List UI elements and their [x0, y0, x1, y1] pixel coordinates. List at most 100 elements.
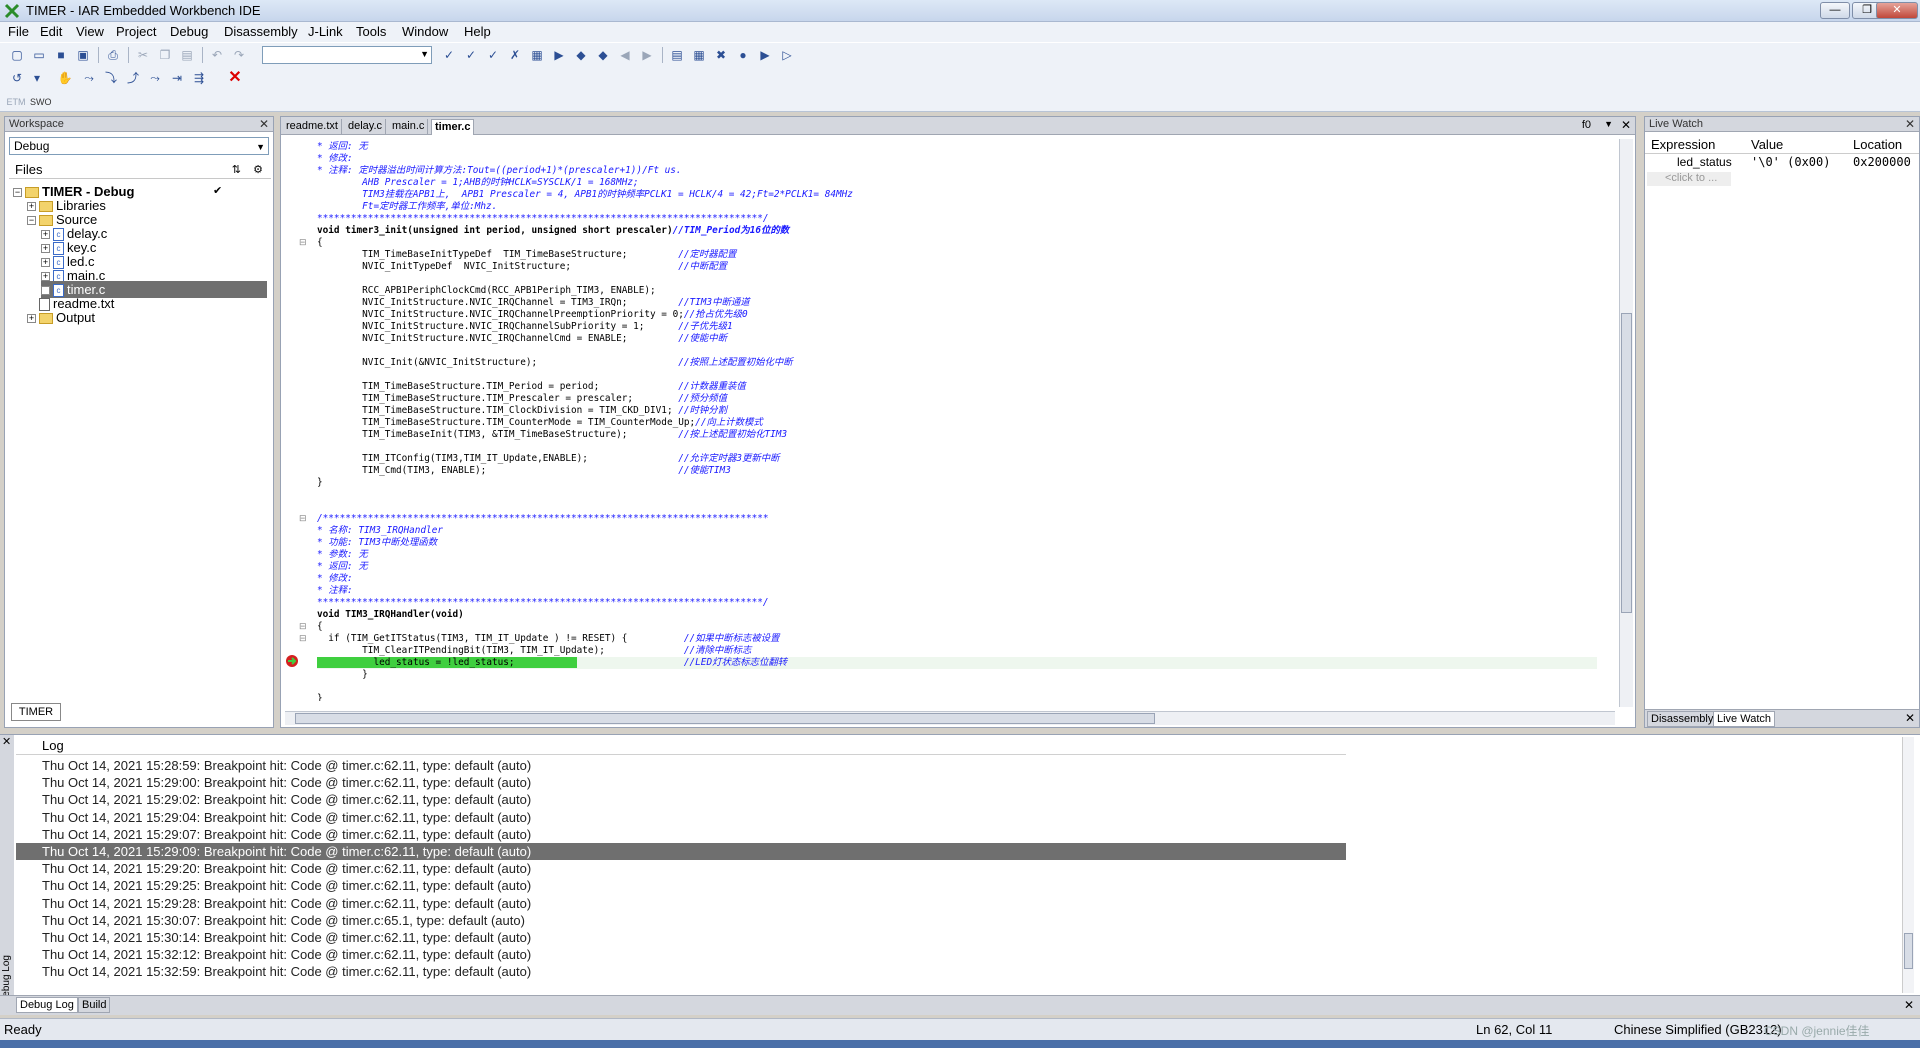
code-line[interactable]: TIM3挂载在APB1上, APB1 Prescaler = 4, APB1的时…	[317, 189, 1597, 201]
code-line[interactable]: TIM_TimeBaseInitTypeDef TIM_TimeBaseStru…	[317, 249, 1597, 261]
log-row[interactable]: Thu Oct 14, 2021 15:29:20: Breakpoint hi…	[16, 860, 1346, 877]
compile-icon[interactable]: ▤	[668, 46, 686, 64]
fold-icon[interactable]: ⊟	[299, 621, 307, 632]
code-line[interactable]: }	[317, 693, 1597, 701]
tab-main[interactable]: main.c	[389, 119, 429, 135]
goto-icon[interactable]: ▦	[528, 46, 546, 64]
replace-icon[interactable]: ✗	[506, 46, 524, 64]
etm-icon[interactable]: ETM	[6, 93, 26, 111]
tab-readme[interactable]: readme.txt	[283, 119, 342, 135]
expand-icon[interactable]: +	[27, 314, 36, 324]
print-icon[interactable]: ⎙	[104, 46, 122, 64]
scroll-thumb[interactable]	[295, 713, 1155, 724]
undo-icon[interactable]: ↶	[208, 46, 226, 64]
prev-bookmark-icon[interactable]: ◆	[572, 46, 590, 64]
code-line[interactable]: AHB Prescaler = 1;AHB的时钟HCLK=SYSCLK/1 = …	[317, 177, 1597, 189]
log-row[interactable]: Thu Oct 14, 2021 15:30:07: Breakpoint hi…	[16, 912, 1346, 929]
code-line[interactable]: NVIC_InitStructure.NVIC_IRQChannelSubPri…	[317, 321, 1597, 333]
step-into-icon[interactable]: ⤵	[102, 69, 120, 87]
find-next-icon[interactable]: ✓	[462, 46, 480, 64]
code-line[interactable]: * 修改:	[317, 573, 1597, 585]
code-line[interactable]: TIM_TimeBaseStructure.TIM_CounterMode = …	[317, 417, 1597, 429]
reset-icon[interactable]: ↺	[8, 69, 26, 87]
editor-horizontal-scrollbar[interactable]	[285, 711, 1615, 725]
expand-icon[interactable]: +	[27, 202, 36, 212]
log-row[interactable]: Thu Oct 14, 2021 15:30:14: Breakpoint hi…	[16, 929, 1346, 946]
log-vertical-scrollbar[interactable]	[1902, 737, 1914, 993]
code-line[interactable]	[317, 501, 1597, 513]
log-row[interactable]: Thu Oct 14, 2021 15:29:02: Breakpoint hi…	[16, 791, 1346, 808]
tab-timer-c[interactable]: timer.c	[431, 119, 475, 135]
code-line[interactable]: NVIC_InitStructure.NVIC_IRQChannelCmd = …	[317, 333, 1597, 345]
watch-expression[interactable]: led_status	[1677, 155, 1732, 169]
code-line[interactable]: * 返回: 无	[317, 561, 1597, 573]
code-line[interactable]: void timer3_init(unsigned int period, un…	[317, 225, 1597, 237]
expand-icon[interactable]: +	[41, 244, 50, 254]
close-window-button[interactable]: ✕	[1876, 2, 1918, 19]
open-folder-icon[interactable]: ▭	[30, 46, 48, 64]
tab-disassembly[interactable]: Disassembly	[1647, 711, 1718, 727]
code-line[interactable]: * 返回: 无	[317, 141, 1597, 153]
log-row[interactable]: Thu Oct 14, 2021 15:29:28: Breakpoint hi…	[16, 895, 1346, 912]
log-row[interactable]: Thu Oct 14, 2021 15:29:04: Breakpoint hi…	[16, 809, 1346, 826]
debug-without-download-icon[interactable]: ▷	[778, 46, 796, 64]
minimize-button[interactable]: —	[1820, 2, 1850, 19]
code-line[interactable]: * 注释: 定时器溢出时间计算方法:Tout=((period+1)*(pres…	[317, 165, 1597, 177]
log-row[interactable]: Thu Oct 14, 2021 15:32:12: Breakpoint hi…	[16, 946, 1346, 963]
code-line[interactable]: TIM_Cmd(TIM3, ENABLE); //使能TIM3	[317, 465, 1597, 477]
run-to-cursor-icon[interactable]: ⇥	[168, 69, 186, 87]
code-line[interactable]: * 功能: TIM3中断处理函数	[317, 537, 1597, 549]
new-file-icon[interactable]: ▢	[8, 46, 26, 64]
watch-value[interactable]: '\0' (0x00)	[1751, 155, 1830, 169]
code-line[interactable]: TIM_TimeBaseStructure.TIM_ClockDivision …	[317, 405, 1597, 417]
code-line[interactable]: TIM_ITConfig(TIM3,TIM_IT_Update,ENABLE);…	[317, 453, 1597, 465]
code-line[interactable]	[317, 441, 1597, 453]
code-line[interactable]: TIM_TimeBaseStructure.TIM_Period = perio…	[317, 381, 1597, 393]
breakpoint-icon[interactable]	[285, 654, 299, 668]
collapse-icon[interactable]: −	[27, 216, 36, 226]
menu-tools[interactable]: Tools	[356, 24, 386, 39]
code-line[interactable]: {	[317, 237, 1597, 249]
code-line[interactable]: /***************************************…	[317, 513, 1597, 525]
code-line[interactable]: ****************************************…	[317, 213, 1597, 225]
close-icon[interactable]: ✕	[2, 735, 11, 748]
redo-icon[interactable]: ↷	[230, 46, 248, 64]
find-icon[interactable]: ✓	[440, 46, 458, 64]
editor-vertical-scrollbar[interactable]	[1619, 139, 1633, 707]
code-line[interactable]: void TIM3_IRQHandler(void)	[317, 609, 1597, 621]
log-row[interactable]: Thu Oct 14, 2021 15:29:09: Breakpoint hi…	[16, 843, 1346, 860]
paste-icon[interactable]: ▤	[178, 46, 196, 64]
menu-help[interactable]: Help	[464, 24, 491, 39]
menu-disassembly[interactable]: Disassembly	[224, 24, 298, 39]
stop-build-icon[interactable]: ✖	[712, 46, 730, 64]
options-icon[interactable]: ⚙	[253, 161, 263, 179]
step-out-icon[interactable]: ⤴	[124, 69, 142, 87]
expand-icon[interactable]: +	[41, 230, 50, 240]
code-line[interactable]: TIM_TimeBaseInit(TIM3, &TIM_TimeBaseStru…	[317, 429, 1597, 441]
expand-icon[interactable]: +	[41, 272, 50, 282]
fold-icon[interactable]: ⊟	[299, 513, 307, 524]
next-statement-icon[interactable]: ⤳	[146, 69, 164, 87]
make-icon[interactable]: ▦	[690, 46, 708, 64]
code-line[interactable]: Ft=定时器工作频率,单位:Mhz.	[317, 201, 1597, 213]
code-line[interactable]: ****************************************…	[317, 597, 1597, 609]
expand-icon[interactable]: +	[41, 286, 50, 296]
nav-forward-icon[interactable]: ▶	[638, 46, 656, 64]
menu-edit[interactable]: Edit	[40, 24, 62, 39]
code-line[interactable]: }	[317, 477, 1597, 489]
editor-gutter[interactable]: ⊟ ⊟ ⊟ ⊟	[283, 141, 313, 701]
code-line[interactable]: NVIC_InitTypeDef NVIC_InitStructure; //中…	[317, 261, 1597, 273]
fold-icon[interactable]: ⊟	[299, 237, 307, 248]
tab-debug-log[interactable]: Debug Log	[16, 997, 78, 1013]
code-line[interactable]: * 修改:	[317, 153, 1597, 165]
code-line[interactable]: * 注释:	[317, 585, 1597, 597]
toggle-breakpoint-icon[interactable]: ●	[734, 46, 752, 64]
sort-icon[interactable]: ⇅	[232, 161, 241, 179]
menu-jlink[interactable]: J-Link	[308, 24, 343, 39]
tab-delay[interactable]: delay.c	[345, 119, 387, 135]
menu-view[interactable]: View	[76, 24, 104, 39]
code-line[interactable]: RCC_APB1PeriphClockCmd(RCC_APB1Periph_TI…	[317, 285, 1597, 297]
code-line[interactable]: if (TIM_GetITStatus(TIM3, TIM_IT_Update …	[317, 633, 1597, 645]
menu-file[interactable]: File	[8, 24, 29, 39]
col-location[interactable]: Location	[1853, 137, 1902, 152]
